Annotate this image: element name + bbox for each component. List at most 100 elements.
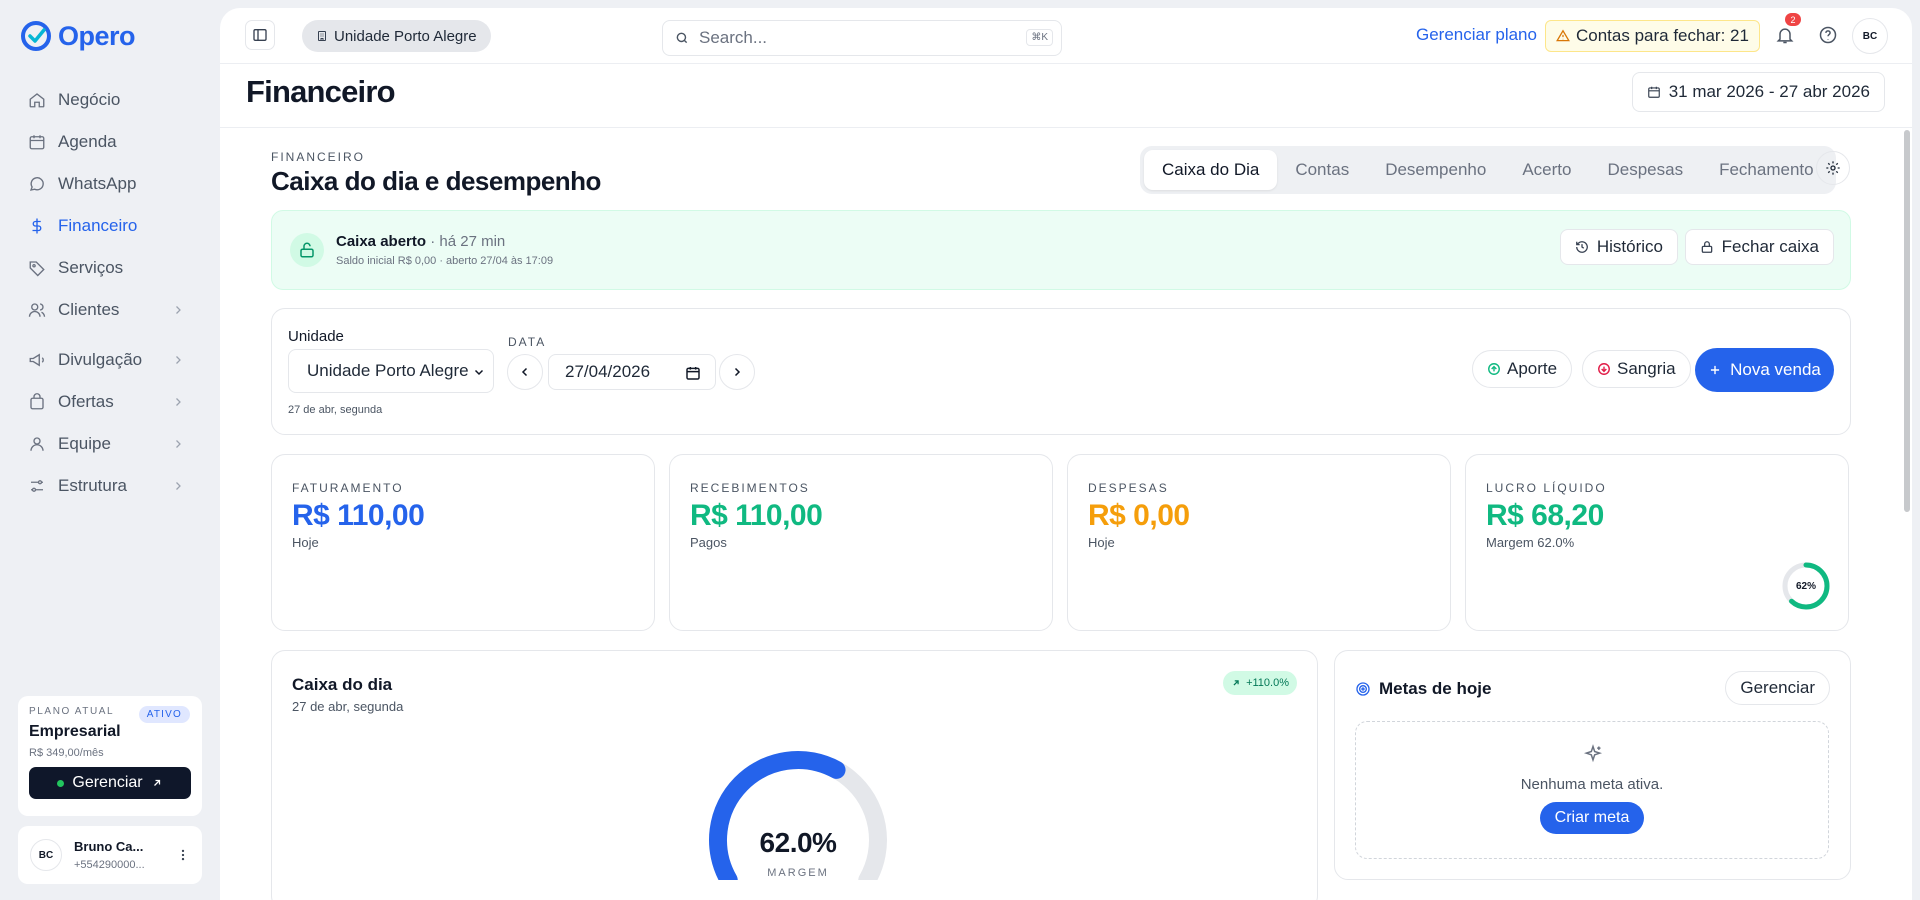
plan-price: R$ 349,00/mês	[29, 747, 104, 759]
help-icon[interactable]	[1818, 25, 1838, 45]
close-cash-button[interactable]: Fechar caixa	[1684, 229, 1834, 265]
sidebar-toggle-button[interactable]	[245, 20, 275, 50]
aporte-label: Aporte	[1507, 359, 1558, 378]
sidebar-item-servicos[interactable]: Serviços	[16, 247, 196, 289]
user-card[interactable]: BC Bruno Ca... +554290000...	[18, 826, 202, 884]
kpi-card-despesas: DESPESAS R$ 0,00 Hoje	[1067, 454, 1451, 631]
sparkles-icon	[1583, 744, 1603, 763]
trend-badge: +110.0%	[1223, 671, 1297, 695]
chevron-right-icon	[176, 482, 181, 490]
bills-alert-badge[interactable]: Contas para fechar: 21	[1545, 20, 1760, 52]
tab-despesas[interactable]: Despesas	[1589, 150, 1701, 190]
tab-desempenho[interactable]: Desempenho	[1367, 150, 1504, 190]
daily-cash-card: Caixa do dia 27 de abr, segunda +110.0% …	[271, 650, 1318, 900]
plan-name: Empresarial	[29, 723, 121, 740]
team-icon	[30, 437, 44, 451]
manage-plan-button[interactable]: Gerenciar	[29, 767, 191, 799]
home-icon	[29, 93, 45, 108]
bell-icon[interactable]	[1775, 25, 1795, 45]
kpi-value: R$ 110,00	[292, 499, 425, 532]
daily-cash-subtitle: 27 de abr, segunda	[292, 699, 404, 714]
unit-switcher[interactable]: Unidade Porto Alegre	[302, 20, 491, 52]
sidebar-item-divulgacao[interactable]: Divulgação	[16, 339, 196, 381]
sidebar-item-label: Equipe	[58, 434, 111, 453]
arrow-down-circle-icon	[1598, 363, 1610, 375]
sidebar-item-clientes[interactable]: Clientes	[16, 289, 196, 331]
trend-value: +110.0%	[1246, 677, 1289, 689]
status-dot	[57, 779, 65, 787]
section-tabs: Caixa do Dia Contas Desempenho Acerto De…	[1140, 146, 1836, 194]
user-avatar[interactable]: BC	[1852, 18, 1888, 54]
manage-plan-link[interactable]: Gerenciar plano	[1416, 25, 1537, 45]
chevron-down-icon	[474, 369, 484, 376]
history-button[interactable]: Histórico	[1559, 229, 1678, 265]
bills-alert-text: Contas para fechar: 21	[1576, 26, 1749, 45]
gear-icon	[1826, 161, 1840, 175]
history-label: Histórico	[1596, 237, 1663, 256]
sidebar-item-agenda[interactable]: Agenda	[16, 121, 196, 163]
external-arrow-icon	[153, 779, 160, 786]
sliders-icon	[31, 480, 43, 492]
tab-caixa-do-dia[interactable]: Caixa do Dia	[1144, 150, 1278, 190]
brand-logo[interactable]: Opero	[20, 20, 136, 52]
chevron-right-icon	[176, 398, 181, 406]
warning-icon	[1556, 29, 1570, 42]
day-hint: 27 de abr, segunda	[288, 404, 383, 416]
kpi-label: DESPESAS	[1088, 481, 1169, 495]
plan-card: PLANO ATUAL ATIVO Empresarial R$ 349,00/…	[18, 696, 202, 816]
users-icon	[28, 303, 46, 317]
chat-icon	[29, 177, 44, 191]
chevron-right-icon	[734, 367, 741, 377]
sidebar-item-label: Divulgação	[58, 350, 143, 369]
calendar-icon	[686, 367, 700, 380]
chevron-left-icon	[521, 367, 528, 377]
empty-text: Nenhuma meta ativa.	[1520, 776, 1664, 793]
cash-elapsed: · há 27 min	[430, 233, 506, 250]
date-field[interactable]: 27/04/2026	[548, 354, 716, 390]
sidebar-item-label: Serviços	[58, 258, 124, 277]
page-header: Financeiro 31 mar 2026 - 27 abr 2026	[220, 64, 1912, 128]
user-name: Bruno Ca...	[74, 839, 144, 854]
unit-select[interactable]: Unidade Porto Alegre	[288, 349, 494, 393]
cash-status: Caixa aberto	[336, 233, 427, 250]
manage-goals-button[interactable]: Gerenciar	[1725, 671, 1830, 705]
sangria-button[interactable]: Sangria	[1582, 350, 1691, 388]
settings-button[interactable]	[1816, 151, 1850, 185]
margin-gauge	[709, 751, 887, 880]
filters-card: Unidade Unidade Porto Alegre 27 de abr, …	[271, 308, 1851, 435]
tab-acerto[interactable]: Acerto	[1504, 150, 1589, 190]
cash-detail: Saldo inicial R$ 0,00 · aberto 27/04 às …	[336, 255, 554, 267]
previous-day-button[interactable]	[507, 354, 543, 390]
tab-fechamento[interactable]: Fechamento	[1701, 150, 1832, 190]
sidebar-item-negocio[interactable]: Negócio	[16, 79, 196, 121]
tab-contas[interactable]: Contas	[1277, 150, 1367, 190]
search-icon	[676, 32, 688, 44]
next-day-button[interactable]	[719, 354, 755, 390]
new-sale-label: Nova venda	[1730, 360, 1821, 379]
unlock-icon-badge	[290, 233, 324, 267]
new-sale-button[interactable]: Nova venda	[1695, 348, 1834, 392]
search-input[interactable]: Search... ⌘K	[662, 20, 1062, 56]
megaphone-icon	[29, 353, 44, 367]
aporte-button[interactable]: Aporte	[1472, 350, 1573, 388]
sidebar-item-whatsapp[interactable]: WhatsApp	[16, 163, 196, 205]
cash-status-title: Caixa aberto · há 27 min	[336, 233, 505, 250]
page-title: Financeiro	[246, 74, 396, 109]
sidebar-item-equipe[interactable]: Equipe	[16, 423, 196, 465]
sidebar-item-estrutura[interactable]: Estrutura	[16, 465, 196, 507]
sidebar-item-ofertas[interactable]: Ofertas	[16, 381, 196, 423]
kpi-value: R$ 0,00	[1088, 499, 1190, 532]
sidebar-item-label: Financeiro	[58, 216, 138, 235]
more-vertical-icon[interactable]	[176, 848, 190, 862]
kpi-value: R$ 110,00	[690, 499, 823, 532]
kpi-value: R$ 68,20	[1486, 499, 1604, 532]
kpi-card-recebimentos: RECEBIMENTOS R$ 110,00 Pagos	[669, 454, 1053, 631]
chevron-right-icon	[176, 440, 181, 448]
kpi-sub: Hoje	[292, 535, 319, 550]
plus-icon	[1711, 365, 1720, 375]
sidebar-item-financeiro[interactable]: Financeiro	[16, 205, 196, 247]
create-goal-button[interactable]: Criar meta	[1540, 802, 1644, 834]
sidebar-item-label: Estrutura	[58, 476, 127, 495]
date-range-picker[interactable]: 31 mar 2026 - 27 abr 2026	[1631, 72, 1885, 112]
kpi-card-faturamento: FATURAMENTO R$ 110,00 Hoje	[271, 454, 655, 631]
